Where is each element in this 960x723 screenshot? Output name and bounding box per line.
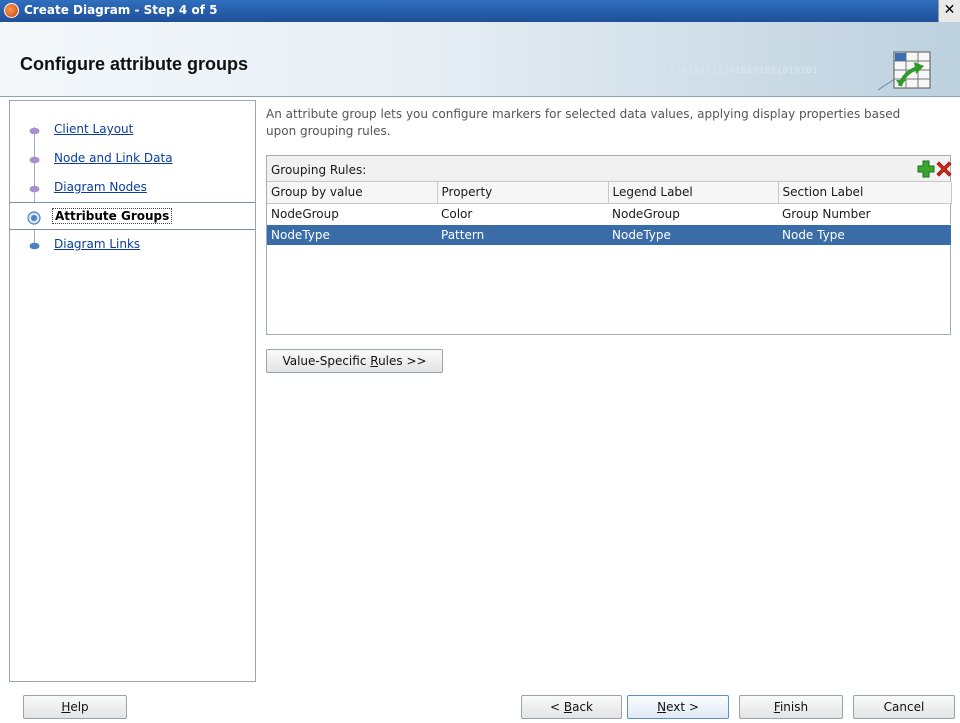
value-specific-rules-button[interactable]: Value-Specific Rules >>	[266, 349, 443, 373]
step-label[interactable]: Diagram Nodes	[54, 180, 147, 194]
table-row-selected[interactable]: NodeType Pattern NodeType Node Type	[267, 224, 951, 246]
table-cell[interactable]: NodeGroup	[267, 203, 437, 225]
step-label[interactable]: Diagram Links	[54, 237, 140, 251]
button-label-rest: elp	[70, 700, 89, 714]
table-cell[interactable]: NodeType	[267, 224, 437, 246]
next-button[interactable]: Next >	[627, 695, 729, 719]
close-window-button[interactable]: ✕	[938, 0, 960, 22]
grouping-rules-toolbar: Grouping Rules:	[267, 156, 953, 182]
column-header-group-by-value[interactable]: Group by value	[267, 182, 438, 204]
button-label: Cancel	[883, 700, 925, 714]
window-title-bar[interactable]: Create Diagram - Step 4 of 5 ✕	[0, 0, 960, 22]
header-decoration: 0101010101010101001010101	[670, 66, 818, 76]
wizard-header: Configure attribute groups 0101010101010…	[0, 22, 960, 97]
step-label[interactable]: Node and Link Data	[54, 151, 173, 165]
button-label-mnemonic: H	[61, 700, 71, 714]
button-label-suffix: ules >>	[378, 354, 427, 368]
table-row[interactable]: NodeGroup Color NodeGroup Group Number	[267, 203, 951, 225]
window-title: Create Diagram - Step 4 of 5	[24, 3, 218, 17]
button-label-prefix: <	[549, 700, 564, 714]
step-marker-icon	[29, 127, 40, 135]
finish-button[interactable]: Finish	[739, 695, 843, 719]
step-client-layout[interactable]: Client Layout	[10, 118, 255, 144]
current-step-icon	[27, 211, 41, 225]
column-header-section-label[interactable]: Section Label	[778, 182, 952, 204]
page-description: An attribute group lets you configure ma…	[266, 107, 901, 138]
step-diagram-nodes[interactable]: Diagram Nodes	[10, 176, 255, 202]
help-button[interactable]: Help	[23, 695, 127, 719]
button-label-rest: ack	[572, 700, 593, 714]
button-label-mnemonic: N	[657, 700, 667, 714]
rules-grid: Group by value Property Legend Label Sec…	[267, 182, 952, 246]
table-cell[interactable]: NodeGroup	[608, 203, 778, 225]
table-cell[interactable]: Group Number	[778, 203, 951, 225]
step-attribute-groups[interactable]: Attribute Groups	[10, 202, 255, 230]
step-node-and-link-data[interactable]: Node and Link Data	[10, 147, 255, 173]
table-header-row: Group by value Property Legend Label Sec…	[267, 182, 952, 204]
button-label-prefix: Value-Specific	[282, 354, 371, 368]
step-marker-icon	[29, 242, 40, 250]
column-header-legend-label[interactable]: Legend Label	[608, 182, 779, 204]
app-icon	[4, 3, 19, 18]
page-title: Configure attribute groups	[20, 54, 248, 74]
button-label-rest: ext >	[666, 700, 699, 714]
grouping-rules-table: Grouping Rules: Group by value Property …	[266, 155, 953, 335]
diagram-wizard-icon	[878, 51, 931, 91]
add-icon[interactable]	[917, 160, 935, 178]
step-diagram-links[interactable]: Diagram Links	[10, 233, 255, 259]
button-label-mnemonic: B	[563, 700, 573, 714]
table-cell[interactable]: Node Type	[778, 224, 951, 246]
button-label-rest: inish	[779, 700, 809, 714]
wizard-steps-panel: Client Layout Node and Link Data Diagram…	[9, 100, 256, 682]
table-cell[interactable]: Pattern	[437, 224, 608, 246]
delete-icon[interactable]	[935, 160, 953, 178]
step-label[interactable]: Client Layout	[54, 122, 133, 136]
button-label-mnemonic: R	[370, 354, 379, 368]
back-button[interactable]: < Back	[521, 695, 622, 719]
column-header-property[interactable]: Property	[437, 182, 609, 204]
step-marker-icon	[29, 185, 40, 193]
step-marker-icon	[29, 156, 40, 164]
table-cell[interactable]: NodeType	[608, 224, 778, 246]
cancel-button[interactable]: Cancel	[853, 695, 955, 719]
table-cell[interactable]: Color	[437, 203, 608, 225]
step-label[interactable]: Attribute Groups	[52, 208, 173, 224]
grouping-rules-caption: Grouping Rules:	[271, 163, 367, 177]
